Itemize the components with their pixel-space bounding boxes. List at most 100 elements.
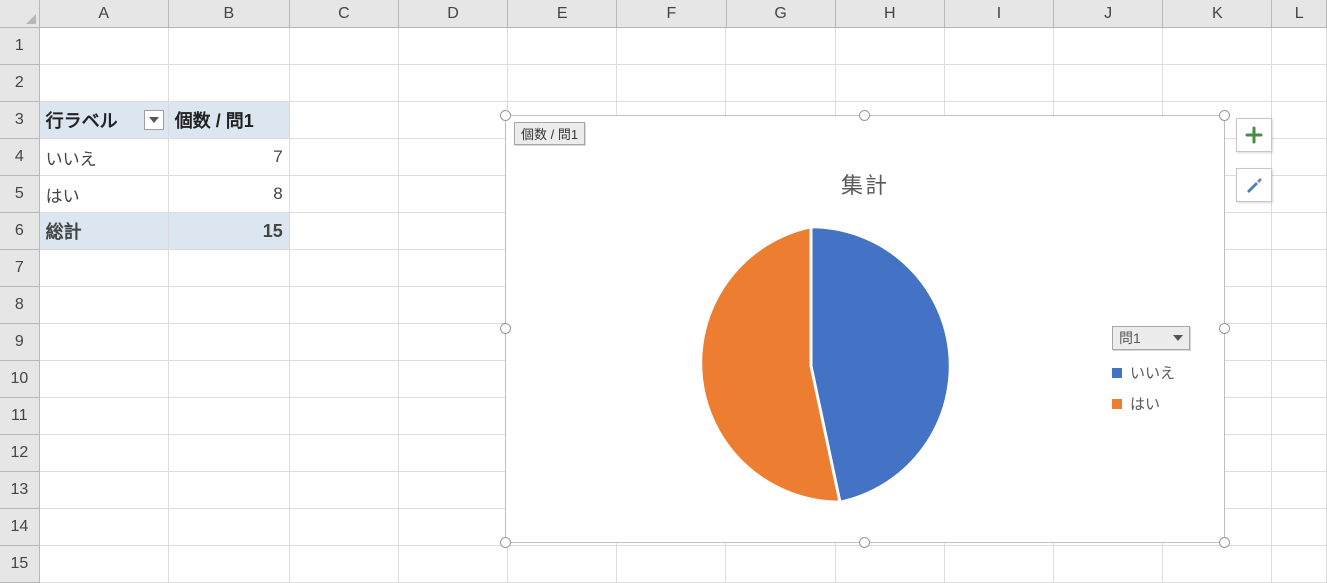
cell-L3[interactable] xyxy=(1272,102,1327,139)
pivot-row-label-header[interactable]: 行ラベル xyxy=(40,102,169,139)
selection-handle[interactable] xyxy=(1219,537,1230,548)
cell-C10[interactable] xyxy=(290,361,399,398)
col-header-F[interactable]: F xyxy=(617,0,726,28)
col-header-A[interactable]: A xyxy=(40,0,169,28)
pivot-total-value[interactable]: 15 xyxy=(169,213,290,250)
cell-I15[interactable] xyxy=(945,546,1054,583)
cell-D4[interactable] xyxy=(399,139,508,176)
cell-L1[interactable] xyxy=(1272,28,1327,65)
cell-A1[interactable] xyxy=(40,28,169,65)
cell-C11[interactable] xyxy=(290,398,399,435)
selection-handle[interactable] xyxy=(1219,323,1230,334)
cell-D15[interactable] xyxy=(399,546,508,583)
cell-L15[interactable] xyxy=(1272,546,1327,583)
col-header-L[interactable]: L xyxy=(1272,0,1327,28)
cell-C1[interactable] xyxy=(290,28,399,65)
row-header-9[interactable]: 9 xyxy=(0,324,40,361)
cell-C3[interactable] xyxy=(290,102,399,139)
row-header-6[interactable]: 6 xyxy=(0,213,40,250)
cell-E15[interactable] xyxy=(508,546,617,583)
selection-handle[interactable] xyxy=(500,323,511,334)
row-header-4[interactable]: 4 xyxy=(0,139,40,176)
cell-B13[interactable] xyxy=(169,472,290,509)
cell-D6[interactable] xyxy=(399,213,508,250)
row-header-2[interactable]: 2 xyxy=(0,65,40,102)
col-header-C[interactable]: C xyxy=(290,0,399,28)
cell-C14[interactable] xyxy=(290,509,399,546)
pivot-row-0-label[interactable]: いいえ xyxy=(40,139,169,176)
cell-G2[interactable] xyxy=(726,65,835,102)
row-header-7[interactable]: 7 xyxy=(0,250,40,287)
cell-F15[interactable] xyxy=(617,546,726,583)
cell-C4[interactable] xyxy=(290,139,399,176)
cell-F1[interactable] xyxy=(617,28,726,65)
cell-G15[interactable] xyxy=(726,546,835,583)
cell-A7[interactable] xyxy=(40,250,169,287)
cell-L7[interactable] xyxy=(1272,250,1327,287)
row-header-3[interactable]: 3 xyxy=(0,102,40,139)
cell-B1[interactable] xyxy=(169,28,290,65)
selection-handle[interactable] xyxy=(500,110,511,121)
pivotchart-value-field-button[interactable]: 個数 / 問1 xyxy=(514,122,585,145)
legend-item-hai[interactable]: はい xyxy=(1112,393,1202,414)
selection-handle[interactable] xyxy=(500,537,511,548)
cell-K2[interactable] xyxy=(1163,65,1272,102)
row-header-10[interactable]: 10 xyxy=(0,361,40,398)
cell-J2[interactable] xyxy=(1054,65,1163,102)
cell-L5[interactable] xyxy=(1272,176,1327,213)
cell-D7[interactable] xyxy=(399,250,508,287)
pivot-row-filter-button[interactable] xyxy=(144,110,164,130)
row-header-15[interactable]: 15 xyxy=(0,546,40,583)
cell-H2[interactable] xyxy=(836,65,945,102)
cell-L12[interactable] xyxy=(1272,435,1327,472)
chart-title[interactable]: 集計 xyxy=(506,168,1224,200)
cell-I1[interactable] xyxy=(945,28,1054,65)
cell-C2[interactable] xyxy=(290,65,399,102)
cell-C7[interactable] xyxy=(290,250,399,287)
cell-E2[interactable] xyxy=(508,65,617,102)
row-header-14[interactable]: 14 xyxy=(0,509,40,546)
col-header-D[interactable]: D xyxy=(399,0,508,28)
cell-H15[interactable] xyxy=(836,546,945,583)
row-header-1[interactable]: 1 xyxy=(0,28,40,65)
cell-C13[interactable] xyxy=(290,472,399,509)
col-header-B[interactable]: B xyxy=(169,0,290,28)
row-header-12[interactable]: 12 xyxy=(0,435,40,472)
cell-B10[interactable] xyxy=(169,361,290,398)
cell-L2[interactable] xyxy=(1272,65,1327,102)
cell-D12[interactable] xyxy=(399,435,508,472)
cell-D10[interactable] xyxy=(399,361,508,398)
cell-L4[interactable] xyxy=(1272,139,1327,176)
cell-B15[interactable] xyxy=(169,546,290,583)
selection-handle[interactable] xyxy=(859,110,870,121)
cell-J1[interactable] xyxy=(1054,28,1163,65)
cell-A2[interactable] xyxy=(40,65,169,102)
pivot-row-0-value[interactable]: 7 xyxy=(169,139,290,176)
cell-E1[interactable] xyxy=(508,28,617,65)
cell-A15[interactable] xyxy=(40,546,169,583)
cell-D13[interactable] xyxy=(399,472,508,509)
cell-A11[interactable] xyxy=(40,398,169,435)
cell-C12[interactable] xyxy=(290,435,399,472)
cell-B12[interactable] xyxy=(169,435,290,472)
select-all-corner[interactable] xyxy=(0,0,40,28)
col-header-K[interactable]: K xyxy=(1163,0,1272,28)
pivot-row-1-value[interactable]: 8 xyxy=(169,176,290,213)
selection-handle[interactable] xyxy=(859,537,870,548)
cell-D3[interactable] xyxy=(399,102,508,139)
chart-legend[interactable]: 問1 いいえ はい xyxy=(1112,326,1202,424)
cell-F2[interactable] xyxy=(617,65,726,102)
cell-I2[interactable] xyxy=(945,65,1054,102)
cell-A8[interactable] xyxy=(40,287,169,324)
row-header-13[interactable]: 13 xyxy=(0,472,40,509)
col-header-J[interactable]: J xyxy=(1054,0,1163,28)
pivot-chart[interactable]: 個数 / 問1 集計 問1 いいえ はい xyxy=(505,115,1225,543)
cell-L8[interactable] xyxy=(1272,287,1327,324)
cell-C15[interactable] xyxy=(290,546,399,583)
cell-A12[interactable] xyxy=(40,435,169,472)
cell-B2[interactable] xyxy=(169,65,290,102)
cell-C8[interactable] xyxy=(290,287,399,324)
cell-A14[interactable] xyxy=(40,509,169,546)
legend-item-iie[interactable]: いいえ xyxy=(1112,362,1202,383)
cell-L6[interactable] xyxy=(1272,213,1327,250)
